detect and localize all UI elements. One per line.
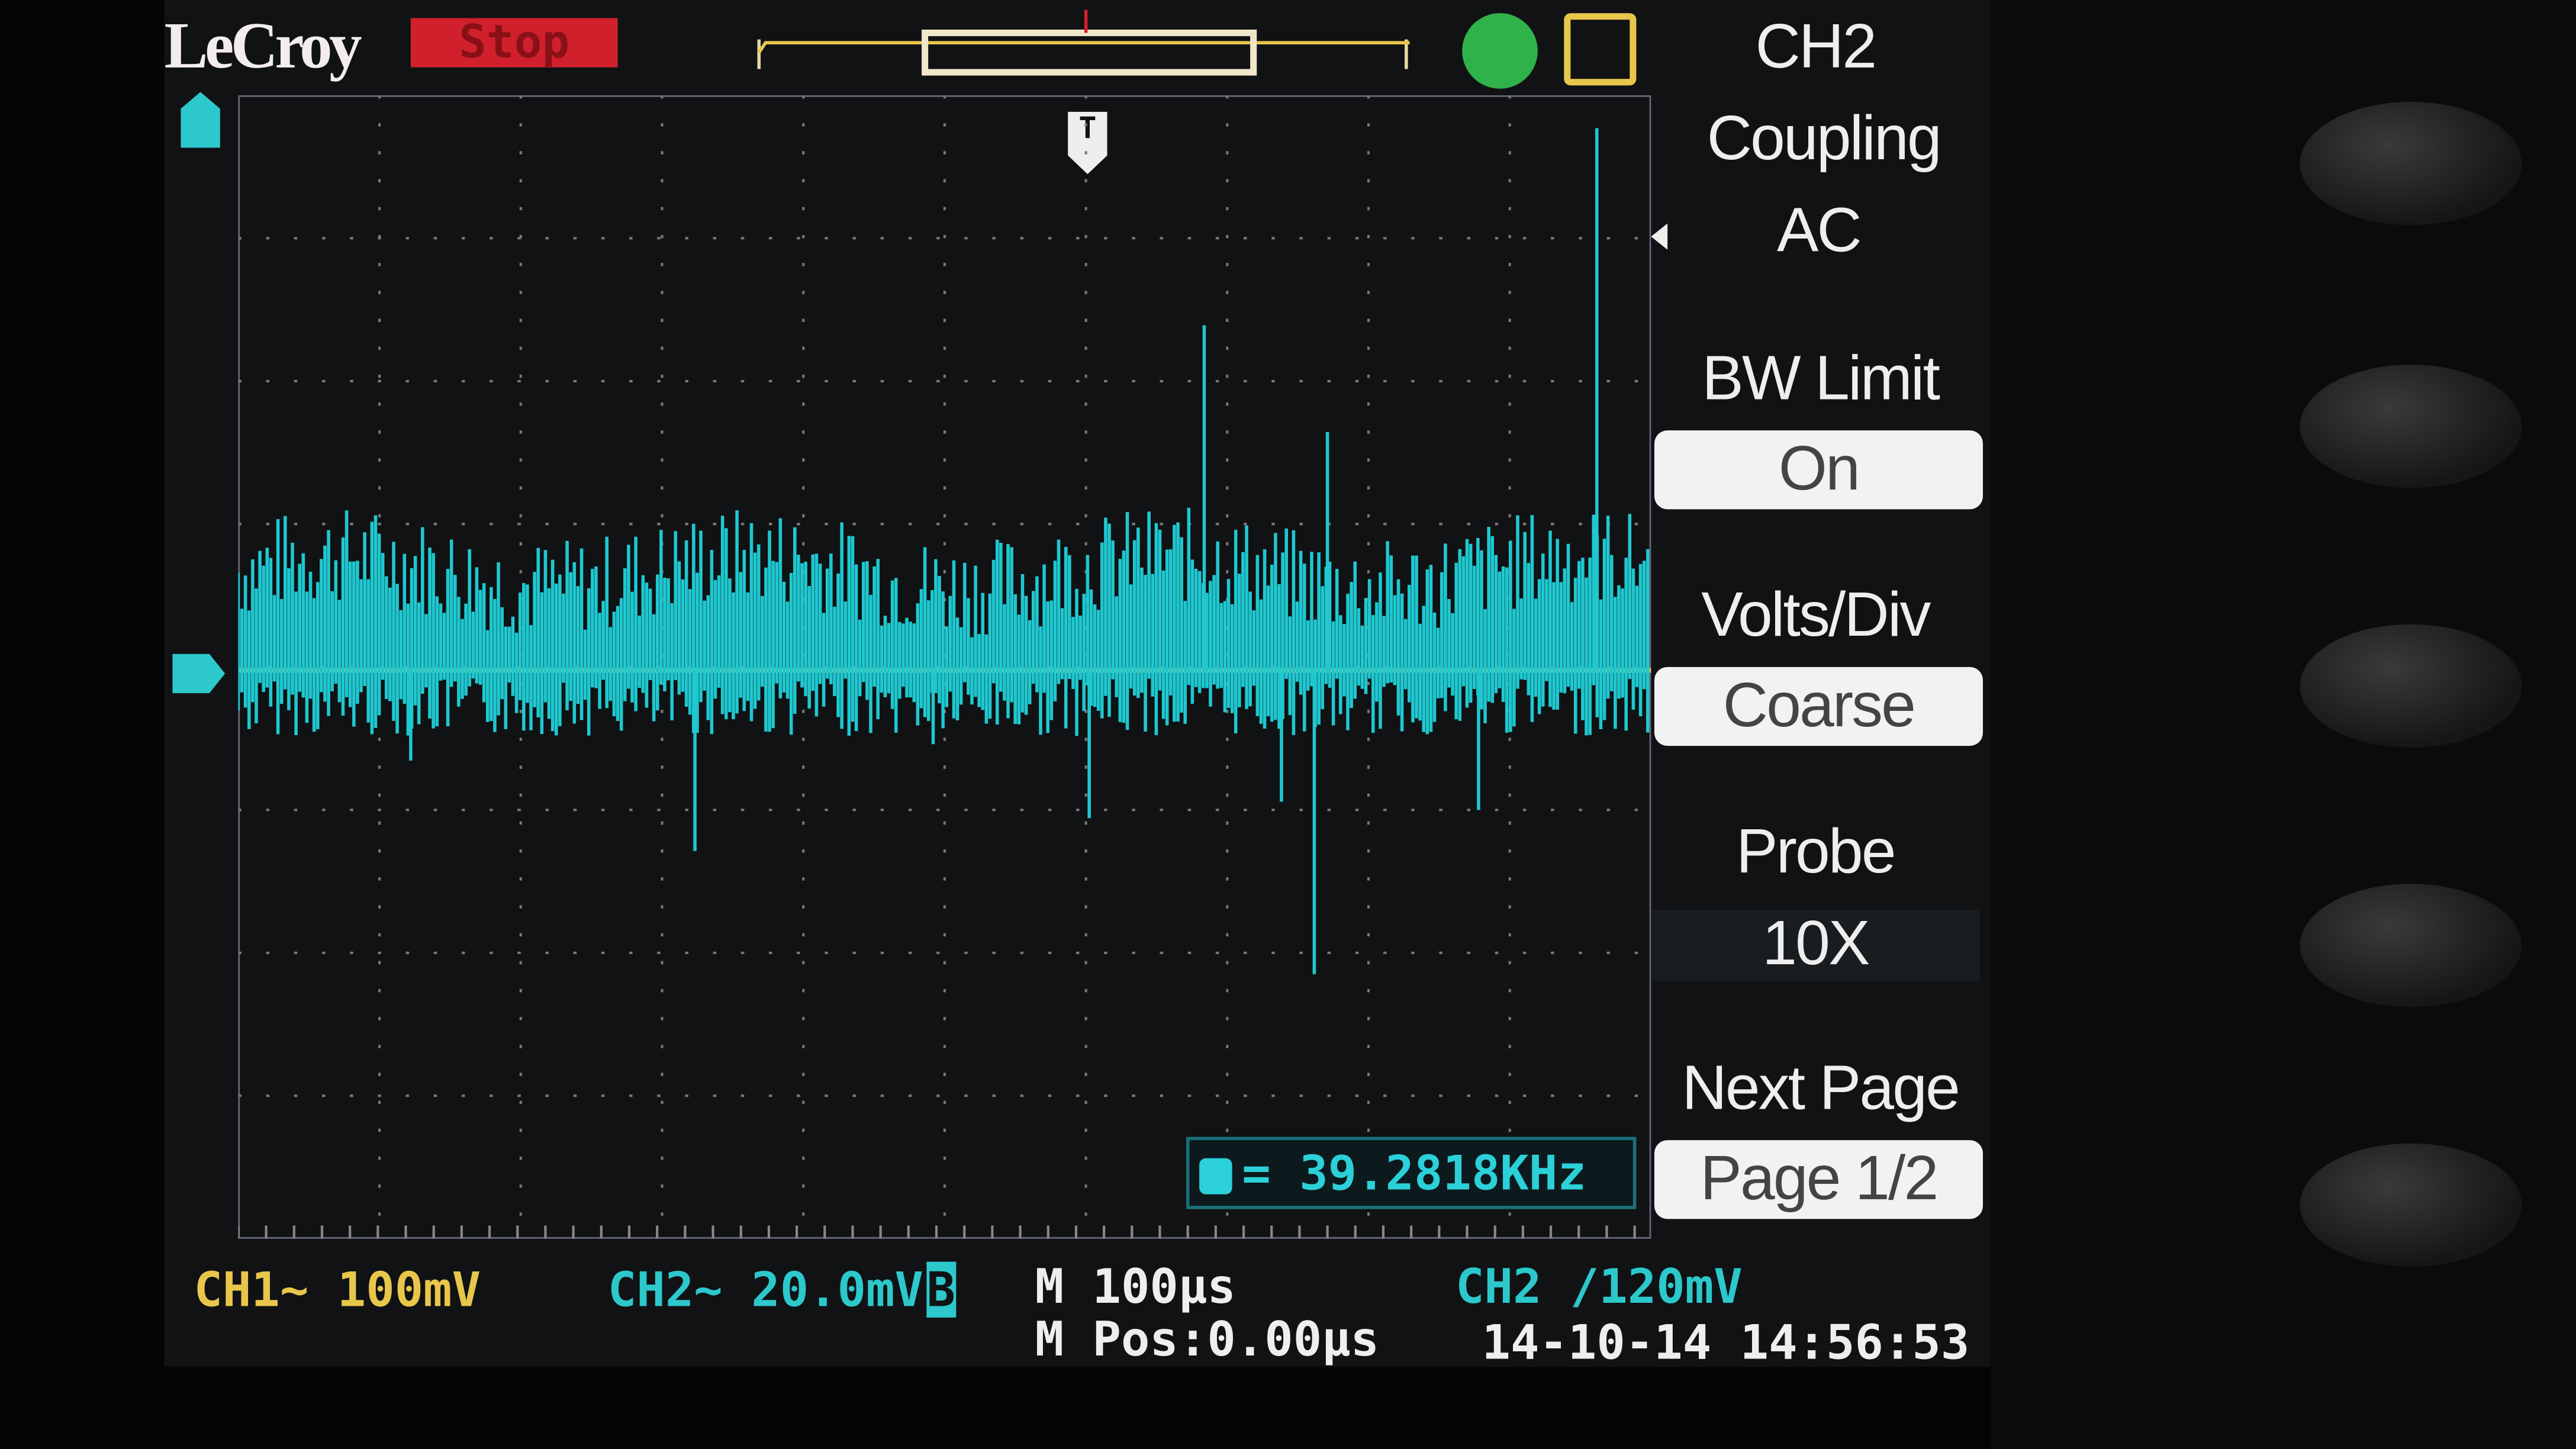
volts-div-label: Volts/Div xyxy=(1701,581,1931,651)
bw-limit-badge: B xyxy=(926,1261,956,1318)
softkey-2[interactable] xyxy=(2300,365,2522,488)
coupling-value[interactable]: AC xyxy=(1654,197,1983,268)
bw-limit-label: BW Limit xyxy=(1702,344,1940,414)
next-page-button[interactable]: Page 1/2 xyxy=(1654,1140,1983,1219)
frequency-measurement: = 39.2818KHz xyxy=(1186,1136,1637,1209)
softkey-4[interactable] xyxy=(2300,884,2522,1007)
waveform-grid xyxy=(238,95,1651,1239)
probe-value[interactable]: 10X xyxy=(1651,910,1980,981)
volts-div-button[interactable]: Coarse xyxy=(1654,666,1983,746)
brand-logo: LeCroy xyxy=(164,8,362,82)
date-time: 14-10-14 14:56:53 xyxy=(1482,1314,1970,1370)
ch2-scale-text: CH2~ 20.0mV xyxy=(607,1261,924,1318)
oscilloscope: LeCroy Stop T = 39.2818KHz CH2 Coupling … xyxy=(0,0,2576,1449)
softkey-5[interactable] xyxy=(2300,1143,2522,1267)
measurement-icon xyxy=(1199,1158,1232,1194)
coupling-label: Coupling xyxy=(1706,105,1942,175)
memory-position-bar xyxy=(757,9,1410,76)
menu-channel-title: CH2 xyxy=(1755,13,1877,82)
ch2-scale: CH2~ 20.0mV B xyxy=(607,1261,956,1318)
trigger-level: CH2 ∕120mV xyxy=(1456,1258,1743,1315)
timebase: M 100μs xyxy=(1035,1258,1236,1315)
next-page-label: Next Page xyxy=(1682,1054,1960,1124)
memory-position: M Pos:0.00μs xyxy=(1035,1310,1380,1367)
bw-limit-button[interactable]: On xyxy=(1654,430,1983,510)
ch1-scale: CH1~ 100mV xyxy=(194,1261,481,1318)
usb-icon xyxy=(1462,13,1538,89)
run-state-badge: Stop xyxy=(410,17,618,67)
printer-icon xyxy=(1564,13,1637,86)
softkey-3[interactable] xyxy=(2300,624,2522,748)
ch2-trace xyxy=(238,128,1650,974)
measurement-value: = 39.2818KHz xyxy=(1242,1145,1586,1201)
softkey-1[interactable] xyxy=(2300,102,2522,226)
probe-label: Probe xyxy=(1736,818,1896,887)
